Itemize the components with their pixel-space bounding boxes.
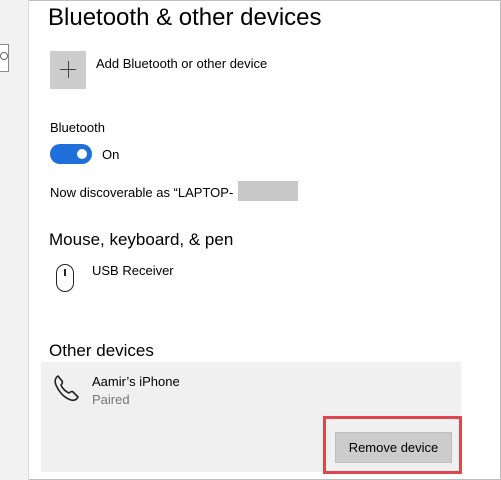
redacted-name-block bbox=[238, 181, 298, 201]
device-name-iphone: Aamir’s iPhone bbox=[92, 374, 180, 389]
add-device-button[interactable] bbox=[50, 51, 86, 89]
device-status-paired: Paired bbox=[92, 392, 130, 407]
device-name-usb-receiver[interactable]: USB Receiver bbox=[92, 263, 174, 278]
mouse-section-heading: Mouse, keyboard, & pen bbox=[49, 230, 234, 249]
plus-icon-stroke bbox=[68, 61, 69, 78]
toggle-knob bbox=[77, 149, 87, 159]
navigation-pane bbox=[0, 0, 29, 480]
bluetooth-toggle-state: On bbox=[102, 147, 120, 162]
mouse-icon-wheel bbox=[64, 269, 66, 276]
mouse-icon bbox=[56, 264, 74, 292]
add-device-label[interactable]: Add Bluetooth or other device bbox=[96, 56, 267, 71]
bluetooth-label: Bluetooth bbox=[50, 120, 105, 135]
search-icon bbox=[0, 52, 8, 60]
bluetooth-toggle[interactable] bbox=[50, 144, 92, 164]
remove-device-button[interactable]: Remove device bbox=[335, 432, 452, 463]
page-title: Bluetooth & other devices bbox=[48, 4, 322, 31]
phone-icon bbox=[54, 375, 79, 402]
discoverable-text: Now discoverable as “LAPTOP- bbox=[50, 185, 234, 200]
other-devices-heading: Other devices bbox=[49, 341, 154, 360]
